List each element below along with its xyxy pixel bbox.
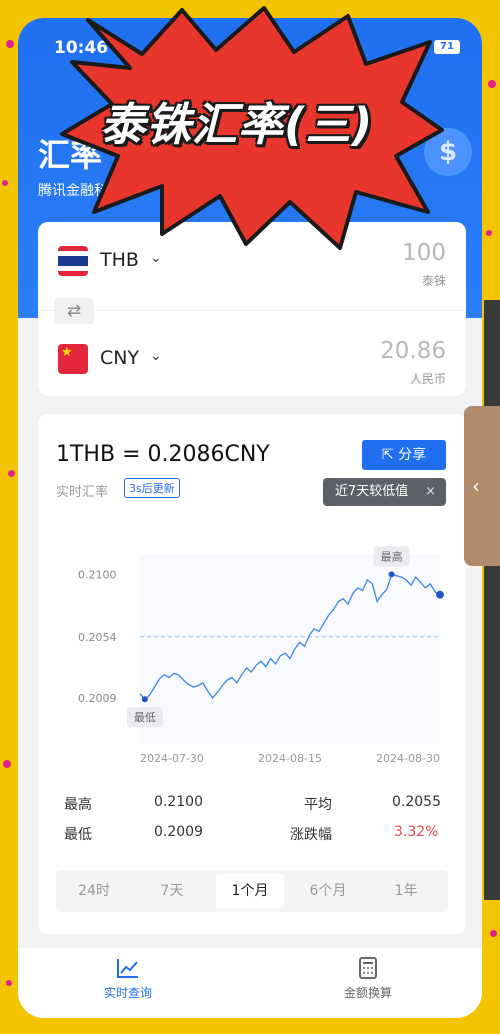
trend-chart-icon: [117, 959, 138, 978]
period-24h[interactable]: 24时: [60, 874, 128, 908]
to-currency-name: 人民币: [409, 372, 446, 386]
low-label: 最低: [134, 711, 156, 724]
close-icon[interactable]: ×: [425, 478, 436, 506]
period-1m[interactable]: 1个月: [216, 874, 284, 908]
period-6m[interactable]: 6个月: [294, 874, 362, 908]
high-point: [388, 571, 395, 578]
rate-card: 1THB = 0.2086CNY 实时汇率 3s后更新 ⇱ 分享 近7天较低值 …: [38, 414, 466, 934]
y-tick-label: 0.2100: [78, 568, 117, 581]
period-7d[interactable]: 7天: [138, 874, 206, 908]
high-label: 最高: [381, 549, 403, 563]
stat-change-label: 涨跌幅: [290, 827, 332, 843]
plot-area: [140, 554, 440, 744]
nav-amount-convert[interactable]: 金额换算: [308, 956, 428, 1001]
banner-title: 泰铢汇率(三): [100, 98, 374, 151]
nav-live-query[interactable]: 实时查询: [68, 956, 188, 1001]
stat-change-value: 3.32%: [394, 824, 439, 840]
calculator-icon: [359, 957, 377, 979]
rate-stats: 最高 0.2100 平均 0.2055 最低 0.2009 涨跌幅 3.32%: [64, 794, 444, 854]
from-currency-name: 泰铢: [421, 274, 446, 288]
to-currency-code: CNY: [100, 347, 140, 369]
chevron-down-icon[interactable]: ⌄: [150, 348, 162, 364]
low-value-tooltip: 近7天较低值 ×: [323, 478, 446, 506]
y-tick-label: 0.2009: [78, 692, 117, 705]
divider: [38, 310, 466, 311]
share-label: 分享: [398, 447, 427, 463]
stat-low-label: 最低: [64, 827, 92, 843]
nav-live-label: 实时查询: [103, 986, 152, 1000]
stat-avg-label: 平均: [304, 797, 332, 813]
side-drawer-handle[interactable]: ‹: [464, 406, 500, 566]
x-tick-label: 2024-07-30: [140, 752, 204, 765]
nav-convert-label: 金额换算: [343, 986, 392, 1000]
x-tick-label: 2024-08-15: [258, 752, 322, 765]
stat-low-value: 0.2009: [154, 824, 203, 840]
x-tick-label: 2024-08-30: [376, 752, 440, 765]
rate-line-chart[interactable]: 0.2100 0.2054 0.2009 2024-07-30 2024-08-15 20…: [38, 524, 466, 784]
rate-headline: 1THB = 0.2086CNY: [56, 442, 270, 467]
share-button[interactable]: ⇱ 分享: [362, 440, 446, 470]
live-rate-label: 实时汇率: [56, 485, 109, 500]
last-point: [436, 590, 444, 599]
stat-high-label: 最高: [64, 797, 92, 813]
period-1y[interactable]: 1年: [372, 874, 440, 908]
to-amount[interactable]: 20.86: [380, 338, 446, 364]
bottom-nav: 实时查询 金额换算: [18, 948, 482, 1018]
low-point: [141, 696, 148, 703]
to-currency-row[interactable]: ★ CNY ⌄ 20.86 人民币: [38, 318, 466, 398]
background-photo-edge: [484, 300, 500, 900]
from-currency-code: THB: [100, 249, 139, 271]
china-flag-icon: ★: [58, 344, 88, 374]
stat-high-value: 0.2100: [154, 794, 203, 810]
tooltip-text: 近7天较低值: [335, 484, 409, 499]
chevron-down-icon[interactable]: ⌄: [150, 250, 162, 266]
update-badge: 3s后更新: [124, 478, 180, 498]
stat-avg-value: 0.2055: [392, 794, 441, 810]
period-selector: 24时 7天 1个月 6个月 1年: [56, 870, 448, 912]
share-icon: ⇱: [381, 447, 394, 463]
y-tick-label: 0.2054: [78, 631, 117, 644]
